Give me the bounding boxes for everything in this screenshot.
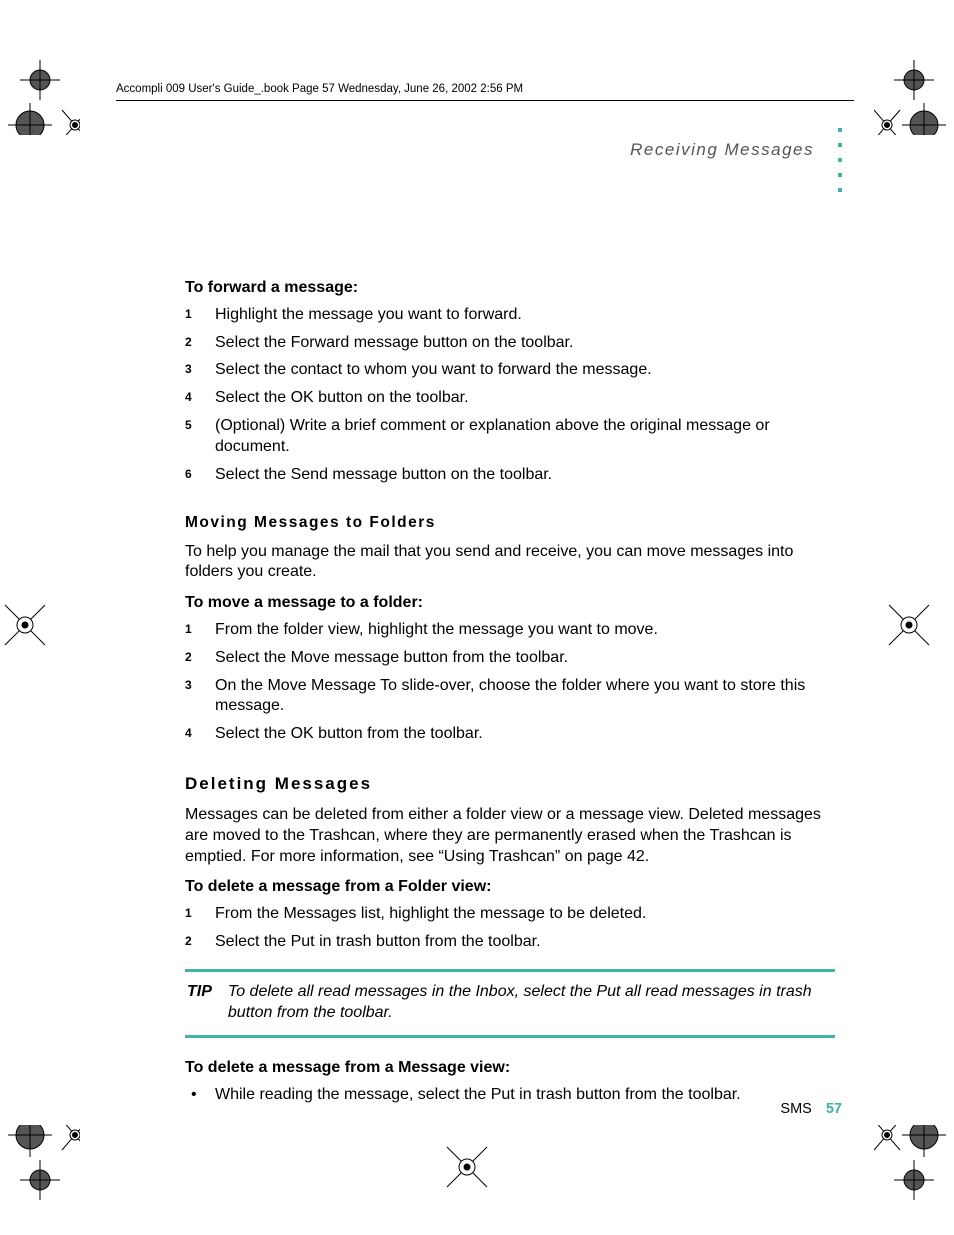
heading-moving: Moving Messages to Folders [185, 513, 835, 533]
forward-steps: 1Highlight the message you want to forwa… [185, 305, 835, 486]
header-rule [116, 100, 854, 101]
heading-delete-message: To delete a message from a Message view: [185, 1058, 835, 1079]
list-item: While reading the message, select the Pu… [185, 1085, 835, 1106]
footer-page-number: 57 [826, 1101, 842, 1117]
crop-mark-mid-left [0, 590, 80, 670]
step-text: Select the OK button on the toolbar. [215, 389, 469, 406]
heading-move-to-folder: To move a message to a folder: [185, 593, 835, 614]
step-text: From the folder view, highlight the mess… [215, 621, 658, 638]
moving-intro: To help you manage the mail that you sen… [185, 542, 835, 584]
print-header-line: Accompli 009 User's Guide_.book Page 57 … [116, 83, 523, 95]
tip-text: To delete all read messages in the Inbox… [228, 982, 833, 1024]
step-text: (Optional) Write a brief comment or expl… [215, 417, 770, 455]
crop-mark-bottom-left [0, 1125, 80, 1205]
delete-message-bullets: While reading the message, select the Pu… [185, 1085, 835, 1106]
tip-label: TIP [187, 982, 212, 1024]
step-text: Select the Move message button from the … [215, 649, 568, 666]
step-text: Select the contact to whom you want to f… [215, 361, 652, 378]
decorative-dots [838, 128, 842, 192]
step-text: Highlight the message you want to forwar… [215, 306, 522, 323]
crop-mark-top-right [874, 55, 954, 135]
list-item: 1Highlight the message you want to forwa… [185, 305, 835, 326]
step-text: Select the OK button from the toolbar. [215, 725, 483, 742]
bullet-text: While reading the message, select the Pu… [215, 1086, 741, 1103]
heading-deleting: Deleting Messages [185, 773, 835, 795]
list-item: 3Select the contact to whom you want to … [185, 360, 835, 381]
list-item: 2Select the Forward message button on th… [185, 333, 835, 354]
heading-forward: To forward a message: [185, 278, 835, 299]
list-item: 6Select the Send message button on the t… [185, 465, 835, 486]
list-item: 4Select the OK button on the toolbar. [185, 388, 835, 409]
list-item: 3On the Move Message To slide-over, choo… [185, 676, 835, 718]
step-text: On the Move Message To slide-over, choos… [215, 677, 805, 715]
page-footer: SMS 57 [780, 1101, 842, 1117]
list-item: 1From the folder view, highlight the mes… [185, 620, 835, 641]
deleting-intro: Messages can be deleted from either a fo… [185, 805, 835, 867]
list-item: 4Select the OK button from the toolbar. [185, 724, 835, 745]
heading-delete-folder: To delete a message from a Folder view: [185, 877, 835, 898]
footer-section: SMS [780, 1101, 811, 1117]
page-content: To forward a message: 1Highlight the mes… [185, 272, 835, 1113]
delete-folder-steps: 1From the Messages list, highlight the m… [185, 904, 835, 953]
moving-steps: 1From the folder view, highlight the mes… [185, 620, 835, 745]
list-item: 5(Optional) Write a brief comment or exp… [185, 416, 835, 458]
list-item: 2Select the Move message button from the… [185, 648, 835, 669]
running-header: Receiving Messages [630, 140, 814, 160]
tip-callout: TIP To delete all read messages in the I… [185, 969, 835, 1039]
step-text: From the Messages list, highlight the me… [215, 905, 646, 922]
crop-mark-bottom-right [874, 1125, 954, 1205]
step-text: Select the Put in trash button from the … [215, 933, 541, 950]
crop-mark-mid-right [874, 590, 954, 670]
list-item: 2Select the Put in trash button from the… [185, 932, 835, 953]
step-text: Select the Send message button on the to… [215, 466, 552, 483]
crop-mark-bottom-center [437, 1137, 517, 1217]
crop-mark-top-left [0, 55, 80, 135]
list-item: 1From the Messages list, highlight the m… [185, 904, 835, 925]
step-text: Select the Forward message button on the… [215, 334, 573, 351]
